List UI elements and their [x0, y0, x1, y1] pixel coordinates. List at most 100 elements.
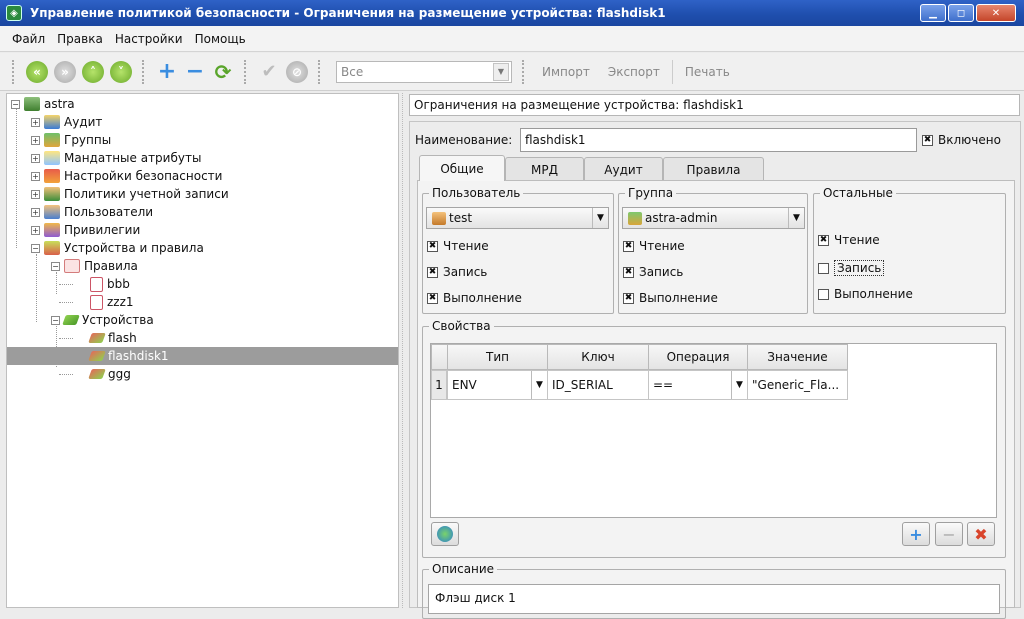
user-write-checkbox[interactable]: ✖ Запись	[427, 265, 487, 279]
key-cell[interactable]: ID_SERIAL	[547, 370, 649, 400]
last-icon[interactable]: »	[54, 60, 76, 83]
chevron-down-icon[interactable]: ▼	[493, 62, 509, 81]
add-row-icon[interactable]: +	[902, 522, 930, 546]
cancel-icon[interactable]: ⊘	[286, 60, 308, 83]
chevron-down-icon[interactable]: ▼	[592, 208, 608, 228]
checkbox-checked-icon[interactable]: ✖	[427, 292, 438, 304]
usb-stick-icon	[62, 315, 80, 325]
collapse-icon[interactable]: −	[31, 243, 40, 253]
name-field[interactable]: flashdisk1	[520, 128, 917, 152]
other-exec-checkbox[interactable]: Выполнение	[818, 287, 913, 301]
tab-mrd[interactable]: МРД	[505, 157, 584, 181]
group-exec-checkbox[interactable]: ✖ Выполнение	[623, 291, 718, 305]
user-exec-checkbox[interactable]: ✖ Выполнение	[427, 291, 522, 305]
filter-select[interactable]: Все ▼	[336, 60, 512, 83]
close-icon[interactable]: ✕	[976, 4, 1016, 22]
expand-icon[interactable]: +	[31, 207, 40, 217]
chevron-down-icon[interactable]: ▼	[788, 208, 804, 228]
enabled-checkbox[interactable]: ✖ Включено	[922, 133, 1001, 147]
tree-node-security-settings[interactable]: + Настройки безопасности	[7, 167, 398, 185]
tree-node-mandatory[interactable]: + Мандатные атрибуты	[7, 149, 398, 167]
group-icon	[628, 211, 642, 225]
user-select[interactable]: test ▼	[426, 207, 609, 229]
group-read-checkbox[interactable]: ✖ Чтение	[623, 239, 685, 253]
import-button[interactable]: Импорт	[536, 65, 596, 79]
checkbox-checked-icon[interactable]: ✖	[623, 240, 634, 252]
tree-node-device-flashdisk1[interactable]: flashdisk1	[7, 347, 398, 365]
tree-node-rule-zzz1[interactable]: zzz1	[7, 293, 398, 311]
menu-settings[interactable]: Настройки	[109, 32, 189, 46]
checkbox-checked-icon[interactable]: ✖	[427, 240, 438, 252]
tab-general[interactable]: Общие	[419, 155, 505, 181]
value-cell[interactable]: "Generic_Fla...	[747, 370, 848, 400]
tree-node-rules[interactable]: − Правила	[7, 257, 398, 275]
tree-node-privileges[interactable]: + Привилегии	[7, 221, 398, 239]
checkbox-checked-icon[interactable]: ✖	[818, 234, 829, 246]
description-field[interactable]: Флэш диск 1	[428, 584, 1000, 614]
other-write-checkbox[interactable]: Запись	[818, 260, 885, 276]
menu-file[interactable]: Файл	[6, 32, 51, 46]
expand-icon[interactable]: +	[31, 189, 40, 199]
column-header-operation[interactable]: Операция	[648, 344, 748, 370]
expand-icon[interactable]: +	[31, 225, 40, 235]
checkbox-checked-icon[interactable]: ✖	[623, 266, 634, 278]
apply-check-icon[interactable]: ✔	[258, 61, 280, 83]
checkbox-label: Чтение	[834, 233, 880, 247]
tree-node-groups[interactable]: + Группы	[7, 131, 398, 149]
panel-splitter[interactable]	[402, 93, 406, 608]
down-icon[interactable]: ˅	[110, 60, 132, 83]
checkbox-unchecked-icon[interactable]	[818, 262, 829, 274]
tree-node-rule-bbb[interactable]: bbb	[7, 275, 398, 293]
globe-icon[interactable]	[431, 522, 459, 546]
expand-icon[interactable]: +	[31, 171, 40, 181]
group-select[interactable]: astra-admin ▼	[622, 207, 805, 229]
tree-node-device-flash[interactable]: flash	[7, 329, 398, 347]
column-header-type[interactable]: Тип	[447, 344, 548, 370]
rules-folder-icon	[64, 259, 80, 273]
expand-icon[interactable]: +	[31, 135, 40, 145]
collapse-icon[interactable]: −	[51, 315, 60, 325]
tree-node-label: Аудит	[64, 115, 103, 129]
remove-icon[interactable]: −	[184, 59, 206, 84]
menu-edit[interactable]: Правка	[51, 32, 109, 46]
type-cell-select[interactable]: ENV ▼	[447, 370, 548, 400]
add-icon[interactable]: +	[156, 59, 178, 84]
collapse-icon[interactable]: −	[51, 261, 60, 271]
tree-node-root[interactable]: − astra	[7, 95, 398, 113]
refresh-icon[interactable]: ⟳	[212, 60, 234, 84]
checkbox-label: Чтение	[443, 239, 489, 253]
group-write-checkbox[interactable]: ✖ Запись	[623, 265, 683, 279]
tab-audit[interactable]: Аудит	[584, 157, 663, 181]
checkbox-checked-icon[interactable]: ✖	[922, 134, 933, 146]
chevron-down-icon[interactable]: ▼	[731, 371, 747, 399]
tools-icon	[44, 169, 60, 183]
minimize-icon[interactable]: ▁	[920, 4, 946, 22]
operation-cell-select[interactable]: == ▼	[648, 370, 748, 400]
menu-help[interactable]: Помощь	[189, 32, 252, 46]
tree-node-devices[interactable]: − Устройства	[7, 311, 398, 329]
checkbox-unchecked-icon[interactable]	[818, 288, 829, 300]
checkbox-checked-icon[interactable]: ✖	[427, 266, 438, 278]
tree-node-account-policies[interactable]: + Политики учетной записи	[7, 185, 398, 203]
expand-icon[interactable]: +	[31, 153, 40, 163]
tree-node-devices-rules[interactable]: − Устройства и правила	[7, 239, 398, 257]
chevron-down-icon[interactable]: ▼	[531, 371, 547, 399]
first-icon[interactable]: «	[26, 60, 48, 83]
tree-node-users[interactable]: + Пользователи	[7, 203, 398, 221]
user-read-checkbox[interactable]: ✖ Чтение	[427, 239, 489, 253]
up-icon[interactable]: ˄	[82, 60, 104, 83]
delete-row-icon[interactable]: ✖	[967, 522, 995, 546]
expand-icon[interactable]: +	[31, 117, 40, 127]
tab-rules[interactable]: Правила	[663, 157, 764, 181]
tree-node-device-ggg[interactable]: ggg	[7, 365, 398, 383]
tree-node-audit[interactable]: + Аудит	[7, 113, 398, 131]
print-button[interactable]: Печать	[679, 65, 736, 79]
column-header-value[interactable]: Значение	[747, 344, 848, 370]
checkbox-checked-icon[interactable]: ✖	[623, 292, 634, 304]
other-read-checkbox[interactable]: ✖ Чтение	[818, 233, 880, 247]
collapse-icon[interactable]: −	[11, 99, 20, 109]
column-header-key[interactable]: Ключ	[547, 344, 649, 370]
export-button[interactable]: Экспорт	[602, 65, 666, 79]
maximize-icon[interactable]: ◻	[948, 4, 974, 22]
remove-row-icon[interactable]: −	[935, 522, 963, 546]
